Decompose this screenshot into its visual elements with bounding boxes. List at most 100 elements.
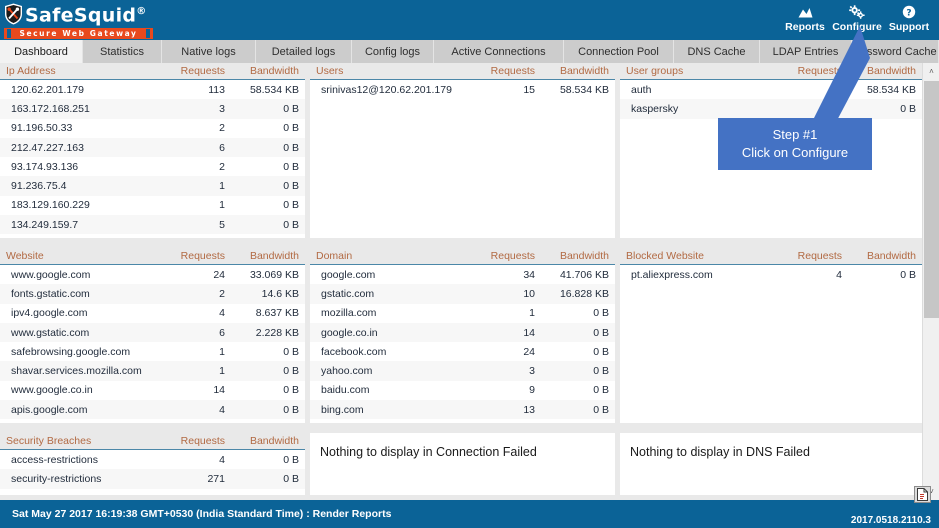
tab-native-logs[interactable]: Native logs — [162, 40, 256, 63]
table-row[interactable]: yahoo.com 3 0 B — [310, 361, 615, 381]
table-row[interactable]: srinivas12@120.62.201.179 15 58.534 KB — [310, 80, 615, 100]
row-name: google.com — [321, 268, 376, 281]
scroll-up-button[interactable]: ˄ — [923, 63, 939, 80]
tab-statistics[interactable]: Statistics — [83, 40, 162, 63]
table-row[interactable]: www.gstatic.com 6 2.228 KB — [0, 322, 305, 343]
header-actions: Reports Configure ? Support — [779, 2, 935, 38]
row-requests: 24 — [523, 345, 535, 358]
row-requests: 1 — [529, 307, 535, 320]
row-bandwidth: 0 B — [593, 384, 609, 397]
row-name: facebook.com — [321, 345, 387, 358]
row-bandwidth: 0 B — [283, 403, 299, 416]
row-bandwidth: 16.828 KB — [559, 287, 609, 300]
column-header-bandwidth: Bandwidth — [249, 435, 299, 447]
table-row[interactable]: shavar.services.mozilla.com 1 0 B — [0, 361, 305, 381]
panel-domain-header: Domain Requests Bandwidth — [310, 248, 615, 265]
row-bandwidth: 58.534 KB — [249, 83, 299, 96]
table-row[interactable]: 163.172.168.251 3 0 B — [0, 99, 305, 119]
table-row[interactable]: security-restrictions 271 0 B — [0, 469, 305, 489]
table-row[interactable]: google.co.in 14 0 B — [310, 322, 615, 343]
page-scrollbar[interactable]: ˄ ˅ — [922, 63, 939, 500]
column-header-bandwidth: Bandwidth — [249, 65, 299, 77]
header-action-support[interactable]: ? Support — [883, 2, 935, 33]
row-bandwidth: 0 B — [283, 453, 299, 466]
row-requests: 14 — [523, 326, 535, 339]
scrollbar-thumb[interactable] — [924, 81, 939, 318]
row-requests: 1 — [219, 365, 225, 378]
panel-users: Users Requests Bandwidth srinivas12@120.… — [310, 63, 615, 238]
table-row[interactable]: access-restrictions 4 0 B — [0, 450, 305, 470]
row-requests: 3 — [219, 102, 225, 115]
table-row[interactable]: 183.129.160.229 1 0 B — [0, 195, 305, 216]
panel-security-breaches: Security Breaches Requests Bandwidth acc… — [0, 433, 305, 495]
chart-icon — [798, 4, 813, 20]
logo-wordmark: SafeSquid® — [4, 1, 156, 27]
tab-dashboard[interactable]: Dashboard — [0, 40, 83, 63]
table-row[interactable]: bing.com 13 0 B — [310, 400, 615, 420]
row-requests: 6 — [219, 326, 225, 339]
panel-blocked-website-header: Blocked Website Requests Bandwidth — [620, 248, 922, 265]
table-row[interactable]: google.com 34 41.706 KB — [310, 265, 615, 285]
table-row[interactable]: pt.aliexpress.com 4 0 B — [620, 265, 922, 285]
row-bandwidth: 0 B — [283, 199, 299, 212]
tab-config-logs[interactable]: Config logs — [352, 40, 434, 63]
table-row[interactable]: facebook.com 24 0 B — [310, 342, 615, 362]
column-header-requests: Requests — [797, 250, 842, 262]
table-row[interactable]: ipv4.google.com 4 8.637 KB — [0, 303, 305, 323]
app-logo[interactable]: SafeSquid® Secure Web Gateway — [4, 1, 156, 39]
pdf-export-button[interactable] — [914, 486, 931, 503]
row-name: security-restrictions — [11, 472, 102, 485]
tab-ldap-entries[interactable]: LDAP Entries — [760, 40, 852, 63]
tab-password-cache[interactable]: Password Cache — [852, 40, 939, 63]
row-bandwidth: 0 B — [593, 403, 609, 416]
row-bandwidth: 0 B — [593, 307, 609, 320]
row-bandwidth: 0 B — [593, 365, 609, 378]
row-bandwidth: 0 B — [593, 326, 609, 339]
tab-active-connections[interactable]: Active Connections — [434, 40, 564, 63]
callout-step-1: Step #1 Click on Configure — [718, 118, 872, 170]
app-header: SafeSquid® Secure Web Gateway Reports Co… — [0, 0, 939, 40]
row-bandwidth: 41.706 KB — [559, 268, 609, 281]
main-tabbar: Dashboard Statistics Native logs Detaile… — [0, 40, 939, 63]
tab-detailed-logs[interactable]: Detailed logs — [256, 40, 352, 63]
table-row[interactable]: www.google.com 24 33.069 KB — [0, 265, 305, 285]
panel-users-title: Users — [316, 65, 344, 77]
tab-connection-pool[interactable]: Connection Pool — [564, 40, 674, 63]
tab-dns-cache[interactable]: DNS Cache — [674, 40, 760, 63]
row-name: ipv4.google.com — [11, 307, 88, 320]
table-row[interactable]: mozilla.com 1 0 B — [310, 303, 615, 323]
table-row[interactable]: apis.google.com 4 0 B — [0, 400, 305, 420]
panel-users-header: Users Requests Bandwidth — [310, 63, 615, 80]
callout-line-2: Click on Configure — [741, 145, 849, 160]
row-bandwidth: 58.534 KB — [559, 83, 609, 96]
row-bandwidth: 0 B — [283, 384, 299, 397]
column-header-requests: Requests — [490, 250, 535, 262]
table-row[interactable]: 212.47.227.163 6 0 B — [0, 137, 305, 158]
table-row[interactable]: 134.249.159.7 5 0 B — [0, 215, 305, 235]
row-name: bing.com — [321, 403, 364, 416]
table-row[interactable]: gstatic.com 10 16.828 KB — [310, 284, 615, 304]
status-bar: Sat May 27 2017 16:19:38 GMT+0530 (India… — [0, 486, 939, 528]
table-row[interactable]: baidu.com 9 0 B — [310, 380, 615, 401]
table-row[interactable]: 93.174.93.136 2 0 B — [0, 157, 305, 177]
table-row[interactable]: kaspersky 0 B — [620, 99, 922, 119]
table-row[interactable]: 91.196.50.33 2 0 B — [0, 118, 305, 138]
table-row[interactable]: 120.62.201.179 113 58.534 KB — [0, 80, 305, 100]
tab-statistics-label: Statistics — [99, 45, 144, 58]
header-action-reports[interactable]: Reports — [779, 2, 831, 33]
table-row[interactable]: www.google.co.in 14 0 B — [0, 380, 305, 401]
panel-website: Website Requests Bandwidth www.google.co… — [0, 248, 305, 423]
row-name: google.co.in — [321, 326, 378, 339]
table-row[interactable]: auth 58.534 KB — [620, 80, 922, 100]
tab-password-cache-label: Password Cache — [853, 45, 937, 58]
column-header-requests: Requests — [180, 435, 225, 447]
table-row[interactable]: safebrowsing.google.com 1 0 B — [0, 342, 305, 362]
panel-user-groups-rows: auth 58.534 KB kaspersky 0 B — [620, 80, 922, 119]
table-row[interactable]: fonts.gstatic.com 2 14.6 KB — [0, 284, 305, 304]
row-requests: 2 — [219, 287, 225, 300]
table-row[interactable]: 91.236.75.4 1 0 B — [0, 176, 305, 196]
row-requests: 4 — [219, 307, 225, 320]
row-name: apis.google.com — [11, 403, 88, 416]
header-action-configure[interactable]: Configure — [831, 2, 883, 33]
panel-website-title: Website — [6, 250, 44, 262]
